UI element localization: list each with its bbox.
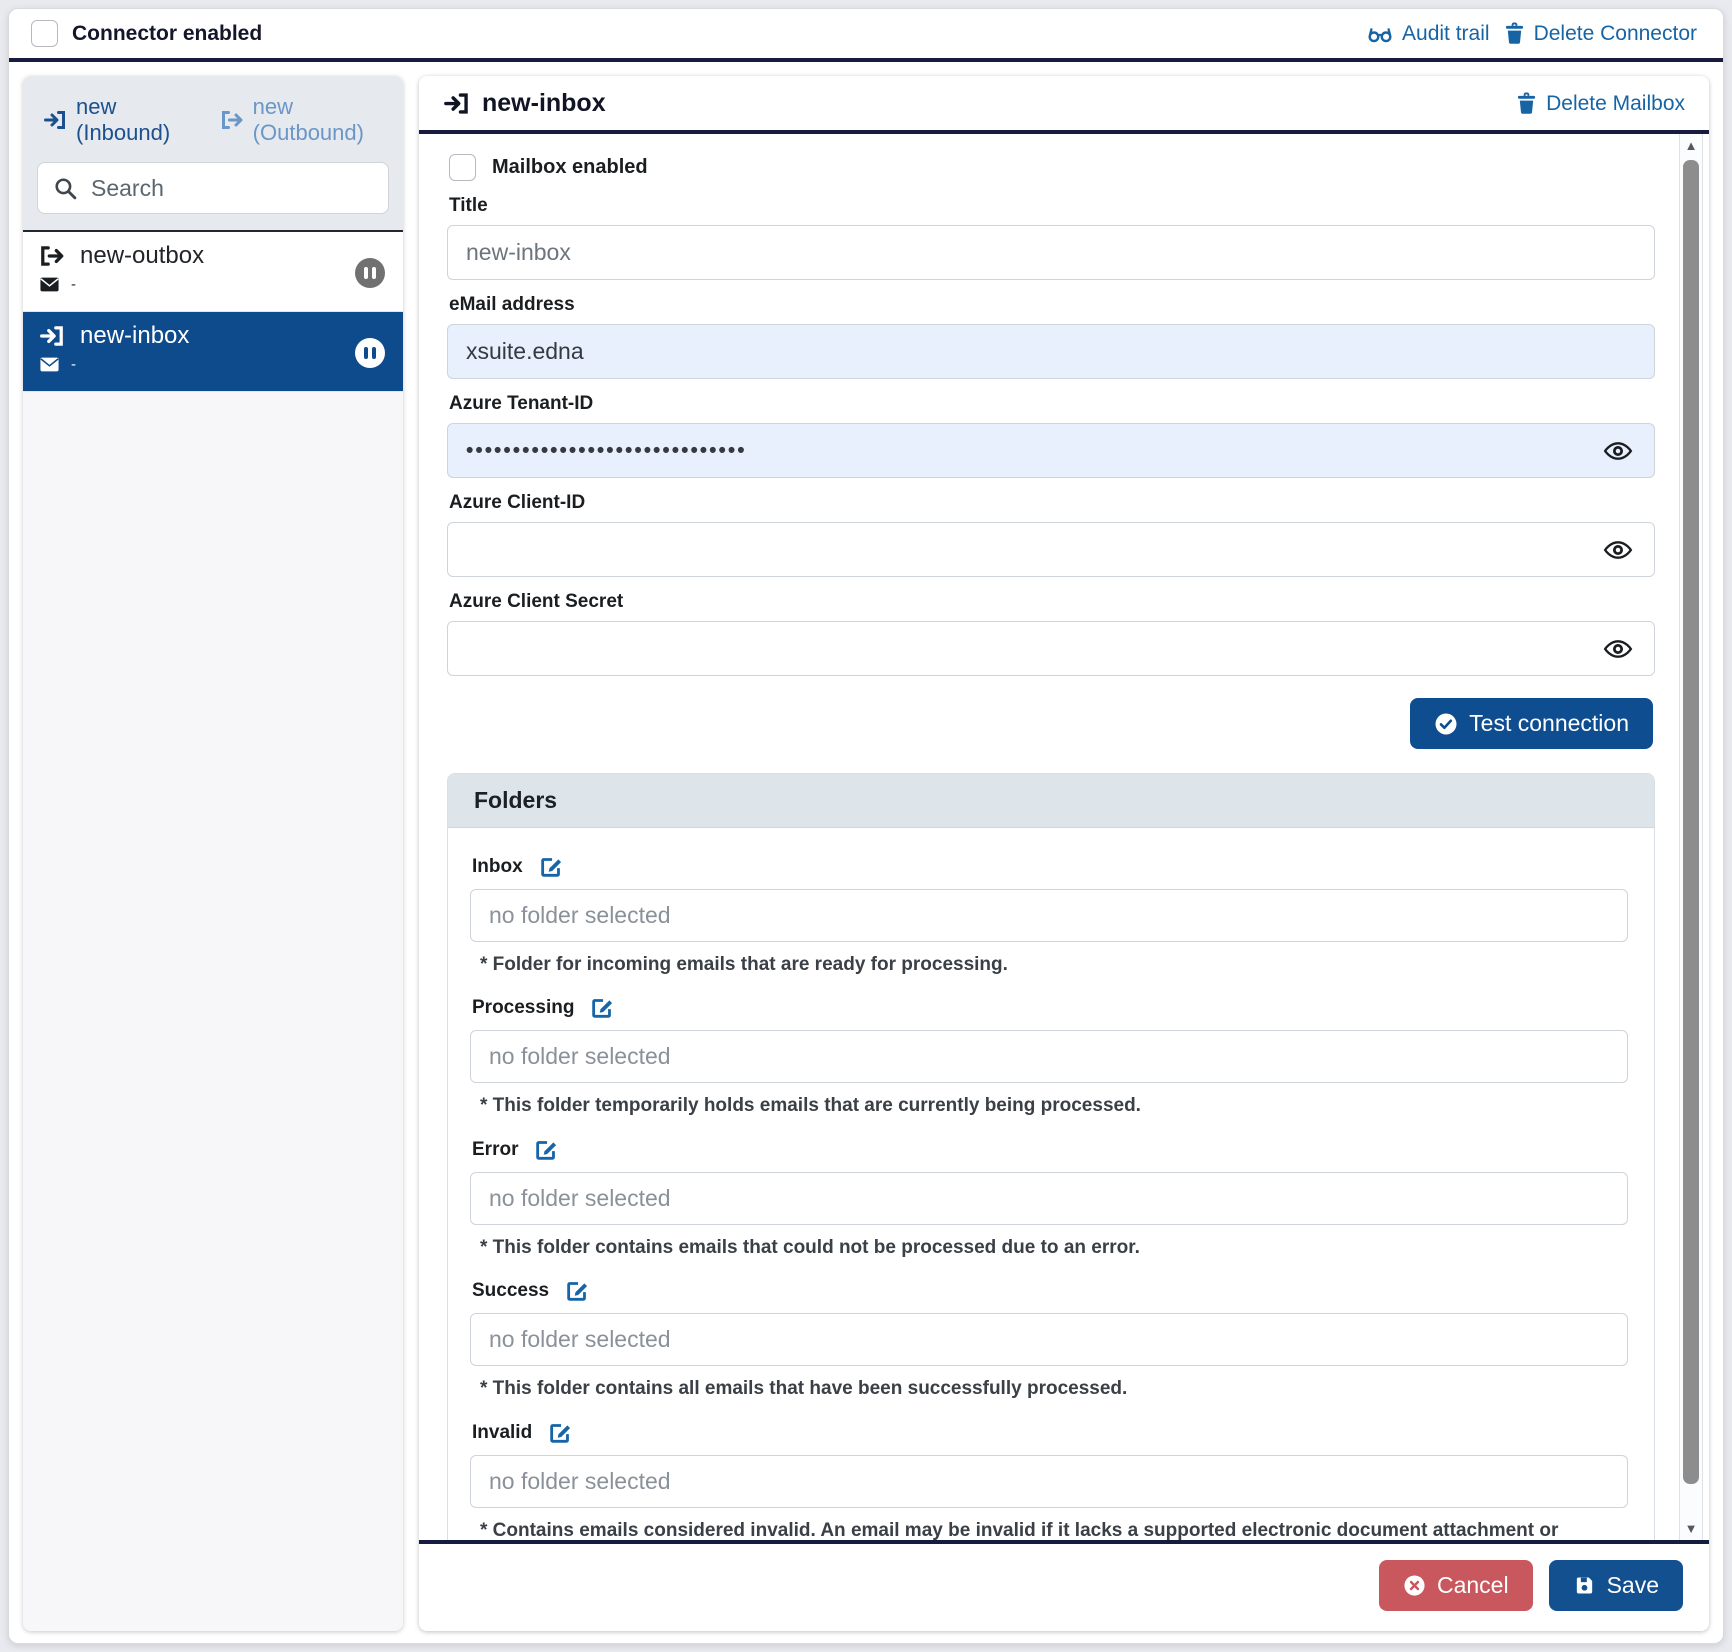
cancel-label: Cancel	[1437, 1572, 1509, 1599]
processing-folder-hint: * This folder temporarily holds emails t…	[480, 1091, 1628, 1120]
envelope-icon	[40, 277, 59, 292]
email-input[interactable]	[447, 324, 1655, 379]
trash-icon	[1516, 92, 1537, 115]
success-folder-label: Success	[472, 1280, 549, 1302]
mailbox-row-title: new-inbox	[80, 322, 189, 350]
save-icon	[1573, 1574, 1596, 1597]
eye-icon[interactable]	[1603, 538, 1633, 562]
cancel-button[interactable]: Cancel	[1379, 1560, 1533, 1611]
client-id-input[interactable]	[447, 522, 1655, 577]
title-label: Title	[449, 195, 1655, 217]
scroll-up-icon[interactable]: ▲	[1680, 138, 1702, 153]
invalid-folder-input[interactable]	[470, 1455, 1628, 1508]
x-circle-icon	[1403, 1574, 1426, 1597]
sign-in-icon	[43, 108, 67, 132]
save-label: Save	[1607, 1572, 1659, 1599]
connector-enabled-checkbox[interactable]	[31, 20, 58, 47]
email-label: eMail address	[449, 294, 1655, 316]
tab-new-outbound[interactable]: new (Outbound)	[220, 94, 383, 146]
envelope-icon	[40, 357, 59, 372]
mailbox-title: new-inbox	[482, 89, 606, 118]
sign-out-icon	[39, 243, 65, 269]
edit-icon[interactable]	[564, 1278, 590, 1304]
delete-mailbox-button[interactable]: Delete Mailbox	[1516, 92, 1685, 116]
test-connection-button[interactable]: Test connection	[1410, 698, 1653, 749]
sign-in-icon	[39, 323, 65, 349]
error-folder-input[interactable]	[470, 1172, 1628, 1225]
mailbox-list: new-outbox -	[23, 232, 403, 392]
success-folder-hint: * This folder contains all emails that h…	[480, 1374, 1628, 1403]
audit-trail-label: Audit trail	[1402, 22, 1490, 46]
mailbox-row-new-inbox[interactable]: new-inbox -	[23, 312, 403, 392]
delete-connector-label: Delete Connector	[1534, 22, 1697, 46]
client-secret-label: Azure Client Secret	[449, 591, 1655, 613]
sidebar-tabs: new (Inbound) new (Outbound)	[37, 90, 389, 162]
delete-mailbox-label: Delete Mailbox	[1546, 92, 1685, 116]
error-folder-hint: * This folder contains emails that could…	[480, 1233, 1628, 1262]
sign-in-icon	[443, 90, 470, 117]
sidebar-header: new (Inbound) new (Outbound)	[23, 76, 403, 232]
connector-enabled-label: Connector enabled	[72, 22, 262, 46]
eye-icon[interactable]	[1603, 637, 1633, 661]
scrollbar[interactable]: ▲ ▼	[1679, 134, 1703, 1540]
sidebar-search	[37, 162, 389, 214]
edit-icon[interactable]	[547, 1420, 573, 1446]
connector-window: Connector enabled Audit trail	[8, 8, 1724, 1644]
mailbox-enabled-label: Mailbox enabled	[492, 156, 648, 179]
error-folder-label: Error	[472, 1139, 518, 1161]
pause-status-icon	[355, 338, 385, 368]
delete-connector-button[interactable]: Delete Connector	[1504, 22, 1697, 46]
eye-icon[interactable]	[1603, 439, 1633, 463]
form-footer: Cancel Save	[419, 1540, 1709, 1631]
tab-new-inbound-label: new (Inbound)	[76, 94, 192, 146]
scrollbar-thumb[interactable]	[1683, 160, 1699, 1484]
mailbox-sidebar: new (Inbound) new (Outbound)	[23, 76, 403, 1631]
connector-topbar: Connector enabled Audit trail	[9, 9, 1723, 62]
tab-new-outbound-label: new (Outbound)	[253, 94, 383, 146]
edit-icon[interactable]	[538, 854, 564, 880]
edit-icon[interactable]	[589, 995, 615, 1021]
mailbox-header: new-inbox Delete Mailbox	[419, 76, 1709, 134]
folders-panel: Folders Inbox	[447, 773, 1655, 1540]
scroll-down-icon[interactable]: ▼	[1680, 1521, 1702, 1536]
processing-folder-input[interactable]	[470, 1030, 1628, 1083]
trash-icon	[1504, 22, 1525, 45]
save-button[interactable]: Save	[1549, 1560, 1683, 1611]
success-folder-input[interactable]	[470, 1313, 1628, 1366]
glasses-icon	[1367, 23, 1393, 45]
folders-panel-header: Folders	[448, 774, 1654, 828]
content-row: new (Inbound) new (Outbound)	[9, 62, 1723, 1643]
invalid-folder-label: Invalid	[472, 1422, 532, 1444]
search-icon	[53, 176, 78, 201]
mailbox-row-title: new-outbox	[80, 242, 204, 270]
mailbox-row-new-outbox[interactable]: new-outbox -	[23, 232, 403, 312]
search-input[interactable]	[91, 175, 387, 202]
title-input[interactable]	[447, 225, 1655, 280]
tenant-id-input[interactable]	[447, 423, 1655, 478]
mailbox-form: Mailbox enabled Title eMail address Azur…	[419, 134, 1679, 1540]
inbox-folder-input[interactable]	[470, 889, 1628, 942]
invalid-folder-hint: * Contains emails considered invalid. An…	[480, 1516, 1628, 1540]
test-connection-label: Test connection	[1469, 710, 1629, 737]
mailbox-enabled-checkbox[interactable]	[449, 154, 476, 181]
edit-icon[interactable]	[533, 1137, 559, 1163]
client-secret-input[interactable]	[447, 621, 1655, 676]
check-circle-icon	[1434, 712, 1458, 736]
tab-new-inbound[interactable]: new (Inbound)	[43, 94, 192, 146]
tenant-id-label: Azure Tenant-ID	[449, 393, 1655, 415]
mailbox-row-subtitle: -	[71, 356, 76, 373]
sidebar-empty-area	[23, 392, 403, 1631]
pause-status-icon	[355, 258, 385, 288]
sign-out-icon	[220, 108, 244, 132]
mailbox-detail-panel: new-inbox Delete Mailbox	[419, 76, 1709, 1631]
client-id-label: Azure Client-ID	[449, 492, 1655, 514]
inbox-folder-label: Inbox	[472, 856, 523, 878]
processing-folder-label: Processing	[472, 997, 574, 1019]
audit-trail-button[interactable]: Audit trail	[1367, 22, 1490, 46]
inbox-folder-hint: * Folder for incoming emails that are re…	[480, 950, 1628, 979]
mailbox-row-subtitle: -	[71, 276, 76, 293]
